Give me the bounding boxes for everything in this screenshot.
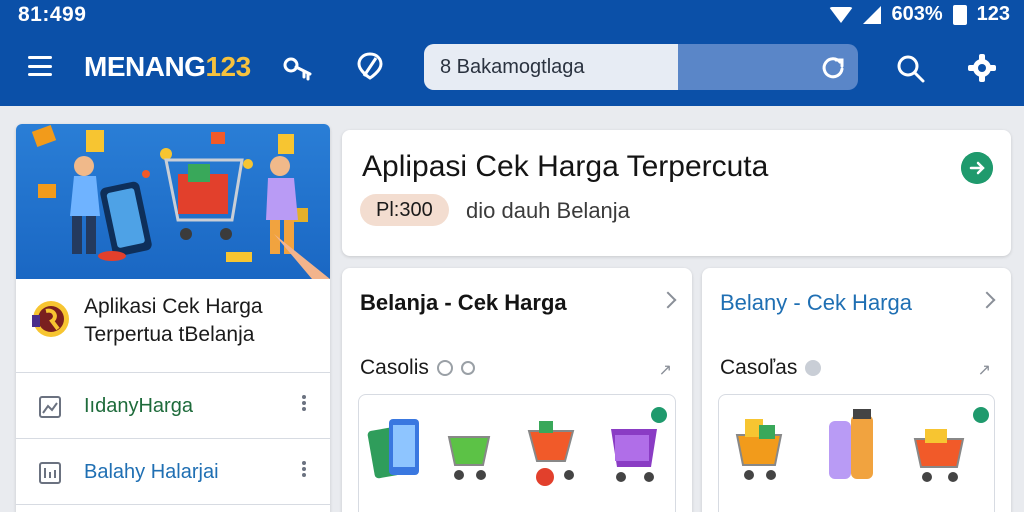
status-indicators: 603% 123 (829, 3, 1010, 26)
status-bar: 81:499 603% 123 (0, 0, 1024, 30)
hero-title: Aplipasi Cek Harga Terpercuta (362, 150, 769, 183)
shopping-illustration (31, 125, 330, 279)
hero-subtitle: dio dauh Belanja (466, 198, 630, 223)
chevron-right-icon[interactable] (659, 291, 677, 309)
app-logo-icon (32, 301, 69, 337)
brand-main: MENANG (84, 51, 206, 82)
promo-title-line1: Aplikasi Cek Harga (84, 295, 263, 318)
status-time: 81:499 (18, 3, 87, 26)
brand-accent: 123 (205, 51, 251, 82)
promo-title-line2: Terpertua tBelanja (84, 323, 255, 346)
info-icon (436, 360, 453, 376)
sidebar-item-harga[interactable]: IıdanyHarga (16, 373, 330, 439)
brand-logo[interactable]: MENANG123 (84, 51, 251, 83)
menu-icon[interactable] (28, 56, 52, 76)
info-icon (805, 360, 822, 376)
forward-arrow-icon[interactable] (961, 152, 993, 184)
price-badge[interactable]: Pl:300 (360, 194, 449, 226)
products-illustration (735, 407, 989, 482)
card-title: Belany - Cek Harga (720, 290, 912, 315)
card-subtitle: Casoľas (720, 356, 798, 379)
sidebar-item-label: Balahy Halarjai (84, 461, 219, 483)
promo-entry[interactable]: Aplikasi Cek Harga Terpertua tBelanja (16, 279, 330, 373)
arrow-right-icon[interactable]: ↗ (659, 360, 672, 380)
promo-banner-image[interactable] (16, 124, 330, 279)
app-bar: MENANG123 (0, 30, 1024, 106)
product-card[interactable]: Belanja - Cek Harga Casolis ↗ (342, 268, 692, 512)
search-input[interactable] (440, 53, 680, 81)
refresh-icon[interactable] (820, 54, 846, 80)
product-image-strip[interactable] (358, 394, 676, 512)
info-icon (460, 361, 475, 375)
key-icon[interactable] (282, 54, 314, 82)
settings-gear-icon[interactable] (966, 52, 998, 84)
battery-icon (952, 4, 967, 25)
search-bar[interactable] (424, 44, 858, 90)
card-title: Belanja - Cek Harga (360, 290, 567, 315)
arrow-right-icon[interactable]: ↗ (978, 360, 991, 380)
sidebar-item-halarjai[interactable]: Balahy Halarjai (16, 439, 330, 505)
status-clock: 123 (976, 3, 1010, 25)
location-pin-icon[interactable] (356, 50, 384, 82)
battery-percent: 603% (891, 3, 943, 25)
signal-icon (863, 5, 882, 24)
sidebar-item-label: IıdanyHarga (84, 395, 193, 417)
sidebar-panel: Aplikasi Cek Harga Terpertua tBelanja Iı… (16, 124, 330, 512)
more-options-icon[interactable] (302, 395, 306, 411)
card-subtitle-row: Casoľas (720, 356, 822, 380)
search-icon[interactable] (896, 54, 926, 84)
card-subtitle: Casolis (360, 356, 429, 379)
image-icon (39, 396, 61, 418)
product-card[interactable]: Belany - Cek Harga Casoľas ↗ (702, 268, 1011, 512)
hero-card[interactable]: Aplipasi Cek Harga Terpercuta Pl:300 dio… (342, 130, 1011, 256)
more-options-icon[interactable] (302, 461, 306, 477)
chevron-right-icon[interactable] (978, 291, 996, 309)
wifi-icon (829, 6, 854, 23)
products-illustration (367, 407, 667, 486)
chart-icon (39, 462, 61, 484)
card-subtitle-row: Casolis (360, 356, 475, 380)
product-image-strip[interactable] (718, 394, 995, 512)
